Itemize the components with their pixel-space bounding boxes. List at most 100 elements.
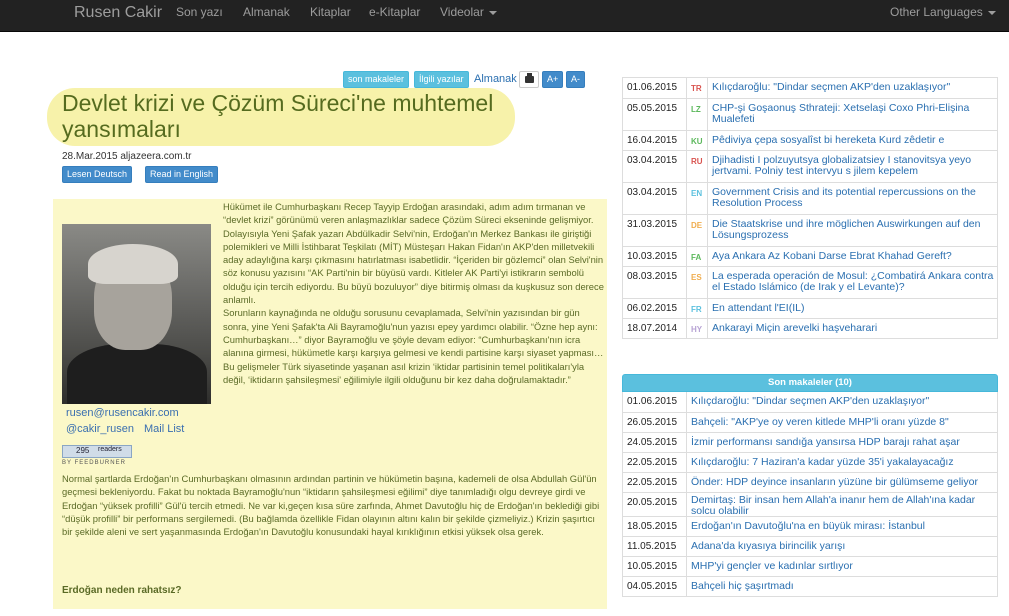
nav-videolar-label: Videolar <box>440 5 484 19</box>
recent-article-date: 10.05.2015 <box>627 561 678 572</box>
translation-link[interactable]: Ankarayi Miçin arevelki haşveharari <box>712 323 994 334</box>
article-meta: 28.Mar.2015 aljazeera.com.tr <box>62 151 192 162</box>
nav-kitaplar[interactable]: Kitaplar <box>310 5 351 19</box>
article-paragraph-1: Hükümet ile Cumhurbaşkanı Recep Tayyip E… <box>223 201 604 385</box>
son-makaleler-button[interactable]: son makaleler <box>343 71 410 88</box>
feed-by: BY FEEDBURNER <box>62 460 126 466</box>
recent-article-row[interactable]: 26.05.2015 Bahçeli: "AKP'ye oy veren kitl… <box>623 412 997 432</box>
author-photo <box>62 224 211 408</box>
translation-row[interactable]: 10.03.2015 FA Aya Ankara Az Kobani Darse E… <box>623 246 997 266</box>
recent-article-date: 04.05.2015 <box>627 581 678 592</box>
top-navbar: Rusen Cakir Son yazı Almanak Kitaplar e-… <box>0 0 1009 32</box>
email-link[interactable]: rusen@rusencakir.com <box>66 407 179 419</box>
read-english-button[interactable]: Read in English <box>145 166 219 183</box>
recent-article-link[interactable]: Önder: HDP deyince insanların yüzüne bir… <box>691 477 991 488</box>
recent-article-row[interactable]: 01.06.2015 Kılıçdaroğlu: "Dindar seçmen A… <box>623 392 997 412</box>
almanak-link[interactable]: Almanak <box>474 73 517 85</box>
recent-article-date: 24.05.2015 <box>627 437 678 448</box>
translation-row[interactable]: 03.04.2015 EN Government Crisis and its po… <box>623 182 997 214</box>
translation-link[interactable]: Kılıçdaroğlu: "Dindar seçmen AKP'den uza… <box>712 82 994 93</box>
recent-article-date: 22.05.2015 <box>627 477 678 488</box>
recent-article-row[interactable]: 20.05.2015 Demirtaş: Bir insan hem Allah'… <box>623 492 997 517</box>
translation-date: 03.04.2015 <box>627 155 678 166</box>
recent-article-link[interactable]: Erdoğan'ın Davutoğlu'na en büyük mirası:… <box>691 521 991 532</box>
language-badge: RU <box>691 157 703 166</box>
translation-row[interactable]: 08.03.2015 ES La esperada operación de Mos… <box>623 266 997 298</box>
translation-date: 16.04.2015 <box>627 135 678 146</box>
nav-almanak[interactable]: Almanak <box>243 5 290 19</box>
translation-link[interactable]: Pêdiviya çepa sosyalîst bi hereketa Kurd… <box>712 135 994 146</box>
recent-article-date: 26.05.2015 <box>627 417 678 428</box>
recent-article-link[interactable]: MHP'yi gençler ve kadınlar sırtlıyor <box>691 561 991 572</box>
recent-article-row[interactable]: 11.05.2015 Adana'da kıyasıya birincilik y… <box>623 536 997 556</box>
recent-articles-table: 01.06.2015 Kılıçdaroğlu: "Dindar seçmen A… <box>622 392 998 597</box>
recent-article-row[interactable]: 22.05.2015 Kılıçdaroğlu: 7 Haziran'a kada… <box>623 452 997 472</box>
language-badge: EN <box>691 189 703 198</box>
recent-article-row[interactable]: 24.05.2015 İzmir performansı sandığa yans… <box>623 432 997 452</box>
mail-list-link[interactable]: Mail List <box>144 423 184 435</box>
translation-date: 05.05.2015 <box>627 103 678 114</box>
translation-row[interactable]: 31.03.2015 DE Die Staatskrise und ihre mög… <box>623 214 997 246</box>
recent-article-row[interactable]: 04.05.2015 Bahçeli hiç şaşırtmadı <box>623 576 997 596</box>
translation-row[interactable]: 05.05.2015 LZ CHP-şi Goşaonuş Sthrateji: X… <box>623 98 997 130</box>
translation-row[interactable]: 06.02.2015 FR En attendant l'EI(IL) <box>623 298 997 318</box>
brand-link[interactable]: Rusen Cakir <box>74 4 162 22</box>
feedburner-badge[interactable]: 295 readers BY FEEDBURNER <box>62 445 132 469</box>
other-languages-label: Other Languages <box>890 5 983 19</box>
recent-article-date: 20.05.2015 <box>627 497 678 508</box>
article-subheading: Erdoğan neden rahatsız? <box>62 585 182 596</box>
nav-son-yazi[interactable]: Son yazı <box>176 5 223 19</box>
translation-link[interactable]: En attendant l'EI(IL) <box>712 303 994 314</box>
recent-article-link[interactable]: Demirtaş: Bir insan hem Allah'a inanır h… <box>691 495 991 517</box>
language-badge: HY <box>691 325 703 334</box>
language-badge: KU <box>691 137 703 146</box>
nav-videolar[interactable]: Videolar <box>440 5 497 19</box>
translation-link[interactable]: Die Staatskrise und ihre möglichen Auswi… <box>712 219 994 241</box>
twitter-link[interactable]: @cakir_rusen <box>66 423 134 435</box>
recent-article-link[interactable]: Adana'da kıyasıya birincilik yarışı <box>691 541 991 552</box>
language-badge: ES <box>691 273 702 282</box>
translation-link[interactable]: Aya Ankara Az Kobani Darse Ebrat Khahad … <box>712 251 994 262</box>
nav-other-languages[interactable]: Other Languages <box>890 5 996 19</box>
recent-article-row[interactable]: 22.05.2015 Önder: HDP deyince insanların … <box>623 472 997 492</box>
recent-article-date: 22.05.2015 <box>627 457 678 468</box>
article-title: Devlet krizi ve Çözüm Süreci'ne muhtemel… <box>62 90 494 142</box>
translation-link[interactable]: Government Crisis and its potential repe… <box>712 187 994 209</box>
language-badge: FA <box>691 253 702 262</box>
recent-article-row[interactable]: 18.05.2015 Erdoğan'ın Davutoğlu'na en büy… <box>623 516 997 536</box>
translation-row[interactable]: 16.04.2015 KU Pêdiviya çepa sosyalîst bi h… <box>623 130 997 150</box>
translation-date: 08.03.2015 <box>627 271 678 282</box>
translation-date: 06.02.2015 <box>627 303 678 314</box>
nav-e-kitaplar[interactable]: e-Kitaplar <box>369 5 420 19</box>
language-badge: TR <box>691 84 702 93</box>
language-badge: DE <box>691 221 703 230</box>
font-increase-button[interactable]: A+ <box>542 71 564 88</box>
language-badge: FR <box>691 305 702 314</box>
recent-article-link[interactable]: İzmir performansı sandığa yansırsa HDP b… <box>691 437 991 448</box>
translation-row[interactable]: 03.04.2015 RU Djihadisti I polzuyutsya glo… <box>623 150 997 182</box>
translation-date: 31.03.2015 <box>627 219 678 230</box>
recent-article-date: 11.05.2015 <box>627 541 677 552</box>
font-decrease-button[interactable]: A- <box>566 71 585 88</box>
recent-article-link[interactable]: Kılıçdaroğlu: "Dindar seçmen AKP'den uza… <box>691 396 991 407</box>
recent-article-link[interactable]: Bahçeli hiç şaşırtmadı <box>691 581 991 592</box>
chevron-down-icon <box>987 10 996 15</box>
translation-row[interactable]: 01.06.2015 TR Kılıçdaroğlu: "Dindar seçmen… <box>623 78 997 98</box>
print-icon <box>525 73 534 83</box>
translation-link[interactable]: Djihadisti I polzuyutsya globalizatsiey … <box>712 155 994 177</box>
translation-link[interactable]: La esperada operación de Mosul: ¿Combati… <box>712 271 994 293</box>
print-button[interactable] <box>519 71 539 88</box>
article-paragraph-2: Normal şartlarda Erdoğan'ın Cumhurbaşkan… <box>62 473 600 538</box>
feed-count: 295 <box>76 446 90 455</box>
recent-article-link[interactable]: Bahçeli: "AKP'ye oy veren kitlede MHP'li… <box>691 417 991 428</box>
feed-readers: readers <box>98 446 122 453</box>
ilgili-yazilar-button[interactable]: İlgili yazılar <box>414 71 469 88</box>
recent-article-row[interactable]: 10.05.2015 MHP'yi gençler ve kadınlar sır… <box>623 556 997 576</box>
translation-date: 03.04.2015 <box>627 187 678 198</box>
recent-article-date: 01.06.2015 <box>627 396 678 407</box>
translation-link[interactable]: CHP-şi Goşaonuş Sthrateji: Xetselaşi Cox… <box>712 103 994 125</box>
recent-article-link[interactable]: Kılıçdaroğlu: 7 Haziran'a kadar yüzde 35… <box>691 457 991 468</box>
translation-row[interactable]: 18.07.2014 HY Ankarayi Miçin arevelki haşv… <box>623 318 997 338</box>
lesen-deutsch-button[interactable]: Lesen Deutsch <box>62 166 133 183</box>
translation-date: 01.06.2015 <box>627 82 678 93</box>
